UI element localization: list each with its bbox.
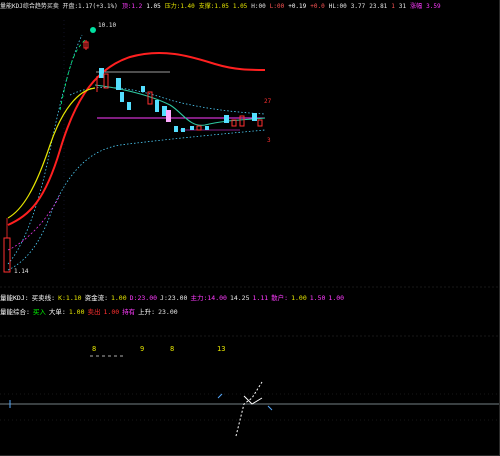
indicator-value: 资金流: — [84, 294, 108, 302]
indicator-value: 1.00 — [103, 308, 120, 316]
indicator-value: 卖出 — [87, 308, 101, 316]
indicator-value: 14.25 — [229, 294, 250, 302]
indicator-value: 上升: — [138, 308, 156, 316]
indicator-value: 买卖线: — [31, 294, 56, 302]
indicator-value: 散户: — [271, 294, 289, 302]
indicator-value: 大单: — [48, 308, 66, 316]
ma-mid-line — [7, 87, 96, 219]
indicator-value: 1.00 — [110, 294, 127, 302]
indicator-row-1: 量能KDJ: 买卖线: K:1.10 资金流: 1.00 D:23.00 J:23.00 主力… — [0, 292, 347, 302]
signal-marker — [90, 27, 96, 33]
indicator-value: 23.00 — [158, 308, 178, 316]
indicator-value: 持有 — [122, 308, 136, 316]
right-down-label: 3 — [267, 137, 271, 144]
indicator-value: 1.00 — [291, 294, 307, 302]
counter-label-2: 8 — [170, 345, 175, 353]
candles — [3, 27, 263, 273]
oscillator-line — [235, 381, 263, 437]
indicator-value: 1.11 — [252, 294, 269, 302]
indicator-value: 1.50 — [309, 294, 326, 302]
indicator-value: D:23.00 — [129, 294, 158, 302]
indicator-value: 主力:14.00 — [190, 294, 227, 302]
indicator-value: 量能综合: — [0, 308, 30, 316]
ma-long-line — [7, 51, 266, 226]
indicator-value: 买入 — [32, 308, 46, 316]
upper-band — [7, 34, 83, 265]
indicator-value: K:1.10 — [58, 294, 82, 302]
counter-label-0: 8 — [92, 345, 97, 353]
counter-label-3: 13 — [217, 345, 226, 353]
indicator-value: 1.00 — [328, 294, 345, 302]
indicator-value: J:23.00 — [160, 294, 188, 302]
indicator-row-2: 量能综合: 买入 大单: 1.00 卖出 1.00 持有 上升: 23.00 — [0, 306, 181, 316]
counter-label-1: 9 — [140, 345, 145, 353]
oscillator-mark — [267, 405, 273, 411]
indicator-value: 1.00 — [68, 308, 85, 316]
oscillator-mark — [217, 393, 223, 399]
indicator-value: 量能KDJ: — [0, 294, 29, 302]
kline-chart[interactable] — [0, 0, 500, 456]
lower-band — [7, 129, 266, 271]
low-price-label: 1.14 — [14, 268, 29, 275]
high-price-label: 10.10 — [98, 22, 117, 29]
lower-guide — [7, 194, 61, 251]
right-up-label: 27 — [264, 98, 272, 105]
